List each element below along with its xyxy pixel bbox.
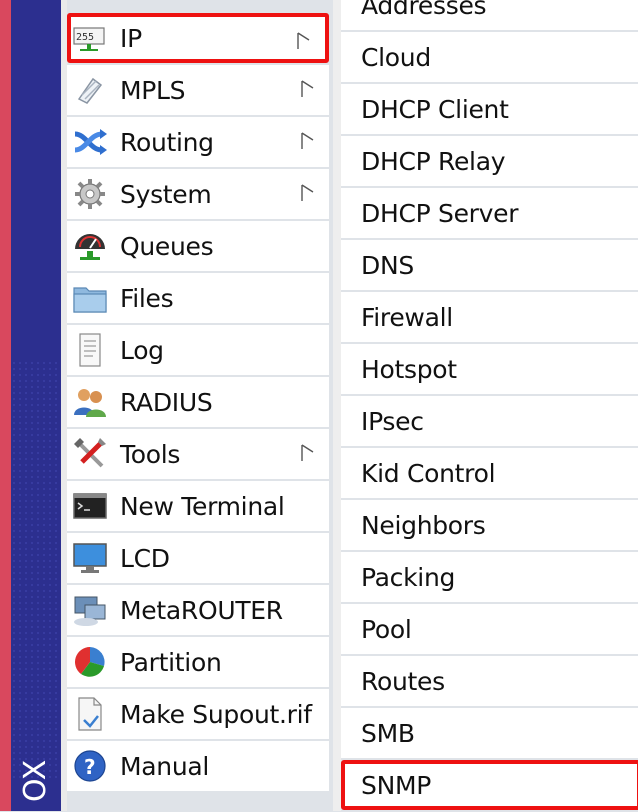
submenu-item-label: IPsec — [361, 406, 424, 436]
users-icon — [70, 382, 110, 422]
menu-item-log[interactable]: Log — [67, 325, 329, 375]
submenu-arrow-icon — [299, 79, 317, 99]
submenu-item-packing[interactable]: Packing — [341, 552, 638, 602]
submenu-item-label: Neighbors — [361, 510, 486, 540]
menu-item-lcd[interactable]: LCD — [67, 533, 329, 583]
submenu-item-hotspot[interactable]: Hotspot — [341, 344, 638, 394]
menu-item-label: Routing — [120, 127, 214, 157]
submenu-arrow-icon — [299, 131, 317, 151]
submenu-item-addresses[interactable]: Addresses — [341, 0, 638, 30]
menu-item-make-supout[interactable]: Make Supout.rif — [67, 689, 329, 739]
menu-item-label: Partition — [120, 647, 222, 677]
metarouter-icon — [70, 590, 110, 630]
terminal-icon — [70, 486, 110, 526]
menu-item-label: Files — [120, 283, 174, 313]
routing-icon — [70, 122, 110, 162]
submenu-item-ipsec[interactable]: IPsec — [341, 396, 638, 446]
help-icon: ? — [70, 746, 110, 786]
menu-item-partition[interactable]: Partition — [67, 637, 329, 687]
document-icon — [70, 694, 110, 734]
menu-item-files[interactable]: Files — [67, 273, 329, 323]
submenu-item-snmp[interactable]: SNMP — [341, 760, 638, 810]
menu-item-label: Queues — [120, 231, 214, 261]
submenu-item-label: Hotspot — [361, 354, 457, 384]
submenu-arrow-icon — [295, 31, 313, 51]
monitor-icon — [70, 538, 110, 578]
menu-separator — [333, 0, 341, 811]
pie-chart-icon — [70, 642, 110, 682]
menu-item-manual[interactable]: ? Manual — [67, 741, 329, 791]
brand-strip — [11, 0, 61, 811]
folder-icon — [70, 278, 110, 318]
submenu-item-label: Kid Control — [361, 458, 496, 488]
menu-item-radius[interactable]: RADIUS — [67, 377, 329, 427]
submenu-item-label: Packing — [361, 562, 456, 592]
log-icon — [70, 330, 110, 370]
gear-icon — [70, 174, 110, 214]
menu-item-tools[interactable]: Tools — [67, 429, 329, 479]
mpls-icon — [70, 70, 110, 110]
submenu-item-dhcp-client[interactable]: DHCP Client — [341, 84, 638, 134]
submenu-item-label: DHCP Client — [361, 94, 509, 124]
main-menu: 255 IP MPLS Routing System Queues Files … — [67, 13, 329, 793]
submenu-item-firewall[interactable]: Firewall — [341, 292, 638, 342]
submenu-item-dhcp-server[interactable]: DHCP Server — [341, 188, 638, 238]
submenu-item-smb[interactable]: SMB — [341, 708, 638, 758]
submenu-item-pool[interactable]: Pool — [341, 604, 638, 654]
menu-item-label: RADIUS — [120, 387, 213, 417]
ip-submenu: Addresses Cloud DHCP Client DHCP Relay D… — [341, 0, 638, 812]
submenu-item-label: DHCP Relay — [361, 146, 506, 176]
submenu-item-label: Pool — [361, 614, 412, 644]
menu-item-label: System — [120, 179, 212, 209]
menu-item-label: MetaROUTER — [120, 595, 283, 625]
svg-text:255: 255 — [76, 32, 94, 43]
menu-item-label: Log — [120, 335, 164, 365]
menu-item-label: Make Supout.rif — [120, 699, 312, 729]
menu-item-label: MPLS — [120, 75, 186, 105]
menu-item-routing[interactable]: Routing — [67, 117, 329, 167]
submenu-item-dns[interactable]: DNS — [341, 240, 638, 290]
submenu-item-kid-control[interactable]: Kid Control — [341, 448, 638, 498]
tools-icon — [70, 434, 110, 474]
submenu-item-neighbors[interactable]: Neighbors — [341, 500, 638, 550]
window-border — [0, 0, 11, 811]
submenu-item-cloud[interactable]: Cloud — [341, 32, 638, 82]
menu-item-new-terminal[interactable]: New Terminal — [67, 481, 329, 531]
submenu-arrow-icon — [299, 183, 317, 203]
menu-item-label: Tools — [120, 439, 181, 469]
submenu-arrow-icon — [299, 443, 317, 463]
queues-icon — [70, 226, 110, 266]
ip-icon: 255 — [70, 18, 110, 58]
menu-item-mpls[interactable]: MPLS — [67, 65, 329, 115]
submenu-item-label: SNMP — [361, 770, 432, 800]
submenu-item-label: Addresses — [361, 0, 487, 20]
submenu-item-label: DHCP Server — [361, 198, 519, 228]
submenu-item-label: Firewall — [361, 302, 453, 332]
menu-item-metarouter[interactable]: MetaROUTER — [67, 585, 329, 635]
menu-item-ip[interactable]: 255 IP — [67, 13, 329, 63]
menu-item-system[interactable]: System — [67, 169, 329, 219]
submenu-item-dhcp-relay[interactable]: DHCP Relay — [341, 136, 638, 186]
submenu-item-label: SMB — [361, 718, 415, 748]
brand-text: OX — [18, 760, 53, 803]
submenu-item-label: DNS — [361, 250, 414, 280]
submenu-item-label: Routes — [361, 666, 445, 696]
menu-item-label: Manual — [120, 751, 210, 781]
svg-text:?: ? — [84, 755, 96, 779]
submenu-item-label: Cloud — [361, 42, 431, 72]
menu-item-queues[interactable]: Queues — [67, 221, 329, 271]
menu-item-label: New Terminal — [120, 491, 285, 521]
menu-item-label: LCD — [120, 543, 170, 573]
menu-item-label: IP — [120, 23, 142, 53]
submenu-item-routes[interactable]: Routes — [341, 656, 638, 706]
